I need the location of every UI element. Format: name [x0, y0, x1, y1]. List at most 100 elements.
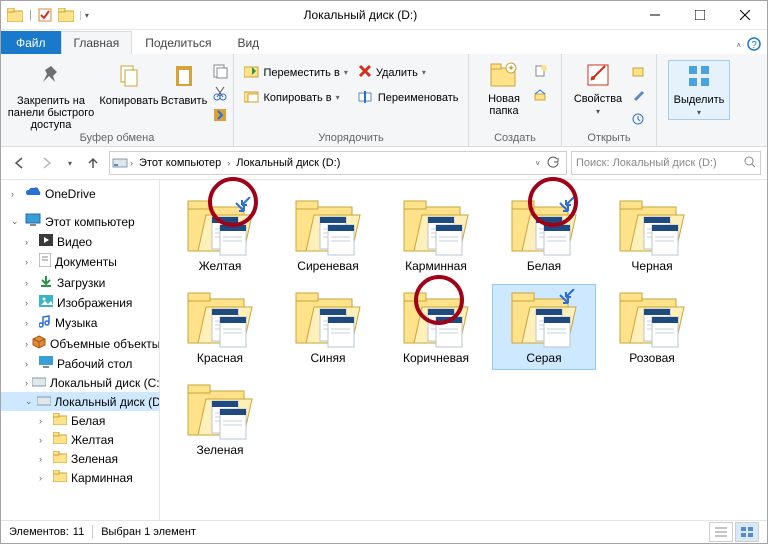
open-group-label: Открыть — [587, 130, 630, 146]
easy-access-icon[interactable] — [531, 86, 549, 104]
view-details-button[interactable] — [709, 522, 733, 542]
folder-icon — [184, 197, 256, 257]
new-folder-icon: ✦ — [489, 62, 519, 91]
crumb-disk[interactable]: Локальный диск (D:) — [232, 157, 344, 169]
copy-button[interactable]: Копировать — [101, 60, 157, 107]
folder-item[interactable]: Коричневая — [384, 284, 488, 370]
nav-onedrive[interactable]: ›OneDrive — [1, 184, 159, 203]
nav-sub-zheltaya[interactable]: ›Желтая — [1, 430, 159, 449]
qat-checkbox-icon[interactable] — [38, 8, 52, 22]
nav-video[interactable]: ›Видео — [1, 232, 159, 251]
folder-label: Карминная — [405, 259, 467, 273]
nav-downloads[interactable]: ›Загрузки — [1, 272, 159, 293]
nav-back-button[interactable] — [7, 151, 31, 175]
music-icon — [39, 314, 51, 331]
folder-label: Синяя — [311, 351, 346, 365]
folder-icon — [400, 289, 472, 349]
rename-icon — [358, 89, 374, 106]
delete-icon — [358, 64, 372, 81]
folder-item[interactable]: Черная — [600, 192, 704, 278]
nav-recent-dropdown[interactable]: ▾ — [63, 151, 77, 175]
tab-view[interactable]: Вид — [224, 31, 272, 54]
delete-button[interactable]: Удалить▾ — [358, 64, 459, 81]
nav-3d[interactable]: ›Объемные объекты — [1, 333, 159, 354]
svg-text:✦: ✦ — [507, 63, 515, 73]
nav-sub-karminnaya[interactable]: ›Карминная — [1, 468, 159, 487]
nav-up-button[interactable] — [81, 151, 105, 175]
folder-item[interactable]: Синяя — [276, 284, 380, 370]
nav-desktop[interactable]: ›Рабочий стол — [1, 354, 159, 373]
ribbon-tabs: Файл Главная Поделиться Вид ˄ ? — [1, 30, 767, 54]
folder-item[interactable]: Серая — [492, 284, 596, 370]
tab-share[interactable]: Поделиться — [132, 31, 224, 54]
drive-icon — [37, 394, 51, 409]
copy-to-button[interactable]: Копировать в▾ — [244, 89, 348, 106]
nav-documents[interactable]: ›Документы — [1, 251, 159, 272]
body: ›OneDrive ⌄Этот компьютер ›Видео ›Докуме… — [1, 180, 767, 520]
edit-icon[interactable] — [629, 86, 647, 104]
select-icon — [686, 63, 712, 92]
minimize-button[interactable] — [632, 1, 677, 29]
close-button[interactable] — [722, 1, 767, 29]
paste-shortcut-icon[interactable] — [211, 106, 229, 124]
status-count-label: Элементов: — [9, 526, 69, 538]
move-to-button[interactable]: Переместить в▾ — [244, 64, 348, 81]
desktop-icon — [39, 356, 53, 371]
rename-button[interactable]: Переименовать — [358, 89, 459, 106]
pc-icon — [25, 213, 41, 230]
open-icon[interactable] — [629, 62, 647, 80]
folder-label: Серая — [526, 351, 561, 365]
chevron-icon[interactable]: › — [227, 158, 230, 168]
qat-dropdown-icon[interactable]: ▾ — [80, 11, 89, 20]
folder-icon — [184, 289, 256, 349]
nav-forward-button[interactable] — [35, 151, 59, 175]
folder-item[interactable]: Красная — [168, 284, 272, 370]
properties-button[interactable]: Свойства ▾ — [571, 60, 625, 116]
ribbon-collapse-icon[interactable]: ˄ — [736, 41, 741, 50]
chevron-icon[interactable]: › — [130, 158, 133, 168]
folder-item[interactable]: Розовая — [600, 284, 704, 370]
new-folder-button[interactable]: ✦ Новая папка — [481, 60, 527, 117]
pin-button[interactable]: Закрепить на панели быстрого доступа — [5, 60, 97, 131]
content-pane[interactable]: Желтая Сиреневая Карминная — [160, 180, 767, 520]
folder-item[interactable]: Зеленая — [168, 376, 272, 462]
paste-button[interactable]: Вставить — [161, 60, 207, 107]
select-button[interactable]: Выделить ▾ — [668, 60, 730, 120]
folder-item[interactable]: Белая — [492, 192, 596, 278]
nav-disk-d[interactable]: ⌄Локальный диск (D:) — [1, 392, 159, 411]
history-icon[interactable] — [629, 110, 647, 128]
address-bar[interactable]: › Этот компьютер › Локальный диск (D:) ˅ — [109, 151, 567, 175]
maximize-button[interactable] — [677, 1, 722, 29]
download-icon — [39, 274, 53, 291]
nav-pictures[interactable]: ›Изображения — [1, 293, 159, 312]
new-item-icon[interactable] — [531, 62, 549, 80]
qat-folder-icon[interactable] — [58, 8, 74, 22]
nav-sub-zelenaya[interactable]: ›Зеленая — [1, 449, 159, 468]
drive-icon — [32, 375, 46, 390]
nav-sub-belaya[interactable]: ›Белая — [1, 411, 159, 430]
nav-disk-c[interactable]: ›Локальный диск (C:) — [1, 373, 159, 392]
search-box[interactable]: Поиск: Локальный диск (D:) — [571, 151, 761, 175]
tab-file[interactable]: Файл — [1, 31, 61, 54]
folder-icon — [400, 197, 472, 257]
status-count: 11 — [73, 526, 84, 538]
address-dropdown-icon[interactable]: ˅ — [535, 159, 540, 168]
tab-home[interactable]: Главная — [61, 31, 133, 54]
nav-music[interactable]: ›Музыка — [1, 312, 159, 333]
folder-item[interactable]: Карминная — [384, 192, 488, 278]
view-icons-button[interactable] — [735, 522, 759, 542]
nav-thispc[interactable]: ⌄Этот компьютер — [1, 211, 159, 232]
refresh-icon[interactable] — [542, 155, 564, 172]
help-icon[interactable]: ? — [747, 37, 761, 54]
properties-icon — [585, 62, 611, 91]
folder-item[interactable]: Желтая — [168, 192, 272, 278]
copy-icon — [115, 62, 143, 93]
crumb-thispc[interactable]: Этот компьютер — [135, 157, 225, 169]
folder-item[interactable]: Сиреневая — [276, 192, 380, 278]
move-icon — [244, 64, 260, 81]
doc-icon — [39, 253, 51, 270]
copy-path-icon[interactable] — [211, 62, 229, 80]
paste-icon — [170, 62, 198, 93]
cut-icon[interactable] — [211, 84, 229, 102]
folder-icon — [184, 381, 256, 441]
